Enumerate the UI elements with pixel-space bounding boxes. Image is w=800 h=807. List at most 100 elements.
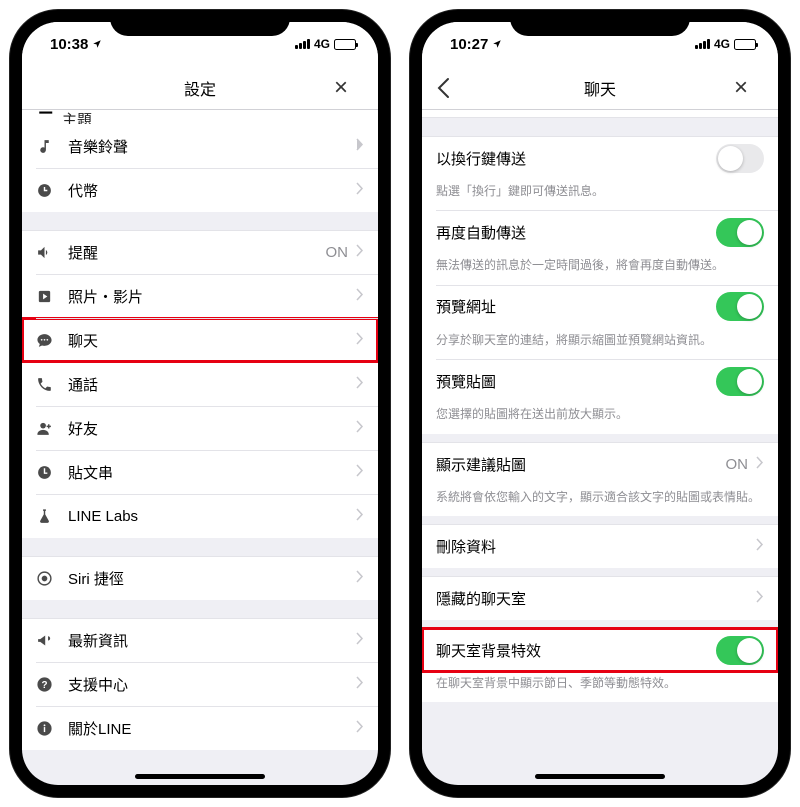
page-title: 聊天	[584, 76, 616, 100]
row-photo[interactable]: 照片・影片	[22, 274, 378, 318]
row-chat[interactable]: 聊天	[22, 318, 378, 362]
row-coin[interactable]: 代幣	[22, 168, 378, 212]
row-hidden-chats[interactable]: 隱藏的聊天室	[422, 576, 778, 620]
home-indicator[interactable]	[535, 774, 665, 779]
row-call[interactable]: 通話	[22, 362, 378, 406]
row-label: 關於LINE	[68, 718, 356, 739]
row-suggest-sticker[interactable]: 顯示建議貼圖 ON	[422, 442, 778, 486]
close-button[interactable]: ×	[334, 74, 364, 102]
chevron-right-icon	[756, 456, 764, 473]
chevron-right-icon	[756, 538, 764, 555]
section-gap	[422, 434, 778, 442]
clock-icon	[36, 182, 62, 199]
home-indicator[interactable]	[135, 774, 265, 779]
row-label: 刪除資料	[436, 536, 756, 557]
row-label: 音樂鈴聲	[68, 136, 356, 157]
row-label: 以換行鍵傳送	[436, 148, 716, 169]
tail-value: ON	[326, 244, 349, 261]
chevron-right-icon	[356, 376, 364, 393]
row-delete-data[interactable]: 刪除資料	[422, 524, 778, 568]
row-preview-url[interactable]: 預覽網址	[422, 285, 778, 329]
row-label: 提醒	[68, 242, 326, 263]
chevron-right-icon	[356, 676, 364, 693]
row-news[interactable]: 最新資訊	[22, 618, 378, 662]
row-labs[interactable]: LINE Labs	[22, 494, 378, 538]
row-timeline[interactable]: 貼文串	[22, 450, 378, 494]
signal-icon	[295, 39, 310, 49]
row-auto-resend[interactable]: 再度自動傳送	[422, 210, 778, 254]
screen-2: 10:27 4G 聊天 × 以換行鍵傳送 點選「換行」鍵	[422, 22, 778, 785]
chevron-right-icon	[356, 632, 364, 649]
chevron-right-icon	[356, 508, 364, 525]
status-time: 10:27	[450, 36, 488, 53]
chevron-right-icon	[356, 244, 364, 261]
row-label: 預覽網址	[436, 296, 716, 317]
phone-notch	[110, 10, 290, 36]
toggle-switch[interactable]	[716, 218, 764, 247]
row-desc: 點選「換行」鍵即可傳送訊息。	[422, 180, 778, 210]
row-theme-partial[interactable]: 主題	[22, 110, 378, 124]
row-label: 照片・影片	[68, 286, 356, 307]
chevron-right-icon	[356, 332, 364, 349]
row-bg-effects[interactable]: 聊天室背景特效	[422, 628, 778, 672]
signal-icon	[695, 39, 710, 49]
row-label: 隱藏的聊天室	[436, 588, 756, 609]
section-gap	[422, 118, 778, 136]
battery-icon	[734, 39, 756, 50]
theme-icon	[36, 110, 62, 122]
row-siri[interactable]: Siri 捷徑	[22, 556, 378, 600]
toggle-switch[interactable]	[716, 292, 764, 321]
phone-frame-2: 10:27 4G 聊天 × 以換行鍵傳送 點選「換行」鍵	[410, 10, 790, 797]
chevron-right-icon	[356, 138, 364, 155]
play-icon	[36, 288, 62, 305]
row-friends[interactable]: 好友	[22, 406, 378, 450]
info-icon	[36, 720, 62, 737]
megaphone-icon	[36, 632, 62, 649]
flask-icon	[36, 508, 62, 525]
row-help[interactable]: ? 支援中心	[22, 662, 378, 706]
status-time: 10:38	[50, 36, 88, 53]
chevron-right-icon	[356, 570, 364, 587]
row-desc: 分享於聊天室的連結，將顯示縮圖並預覽網站資訊。	[422, 329, 778, 359]
battery-icon	[334, 39, 356, 50]
chevron-right-icon	[356, 720, 364, 737]
chevron-right-icon	[356, 420, 364, 437]
tail-value: ON	[726, 456, 749, 473]
row-label: 聊天	[68, 330, 356, 351]
chevron-right-icon	[356, 464, 364, 481]
row-label: LINE Labs	[68, 508, 356, 525]
back-button[interactable]	[436, 77, 466, 99]
section-gap	[22, 600, 378, 618]
person-add-icon	[36, 420, 62, 437]
row-music[interactable]: 音樂鈴聲	[22, 124, 378, 168]
chevron-right-icon	[356, 288, 364, 305]
row-notify[interactable]: 提醒 ON	[22, 230, 378, 274]
row-about[interactable]: 關於LINE	[22, 706, 378, 750]
toggle-switch[interactable]	[716, 636, 764, 665]
row-label: 再度自動傳送	[436, 222, 716, 243]
row-label: 預覽貼圖	[436, 371, 716, 392]
phone-icon	[36, 376, 62, 393]
section-gap	[22, 212, 378, 230]
clock-icon	[36, 464, 62, 481]
phone-frame-1: 10:38 4G 設定 × 主題 音樂鈴	[10, 10, 390, 797]
row-label: 貼文串	[68, 462, 356, 483]
close-button[interactable]: ×	[734, 74, 764, 102]
row-label: Siri 捷徑	[68, 568, 356, 589]
section-gap	[422, 516, 778, 524]
settings-list[interactable]: 主題 音樂鈴聲 代幣 提醒 ON 照片・影片	[22, 110, 378, 785]
section-gap	[422, 620, 778, 628]
network-label: 4G	[714, 37, 730, 51]
row-preview-sticker[interactable]: 預覽貼圖	[422, 359, 778, 403]
toggle-switch[interactable]	[716, 367, 764, 396]
chat-settings-list[interactable]: 以換行鍵傳送 點選「換行」鍵即可傳送訊息。 再度自動傳送 無法傳送的訊息於一定時…	[422, 110, 778, 785]
toggle-switch[interactable]	[716, 144, 764, 173]
section-gap	[22, 538, 378, 556]
chevron-right-icon	[756, 590, 764, 607]
row-newline-send[interactable]: 以換行鍵傳送	[422, 136, 778, 180]
section-gap	[422, 568, 778, 576]
row-desc: 您選擇的貼圖將在送出前放大顯示。	[422, 403, 778, 433]
svg-text:?: ?	[41, 680, 47, 691]
row-partial-top	[422, 110, 778, 118]
speaker-icon	[36, 244, 62, 261]
